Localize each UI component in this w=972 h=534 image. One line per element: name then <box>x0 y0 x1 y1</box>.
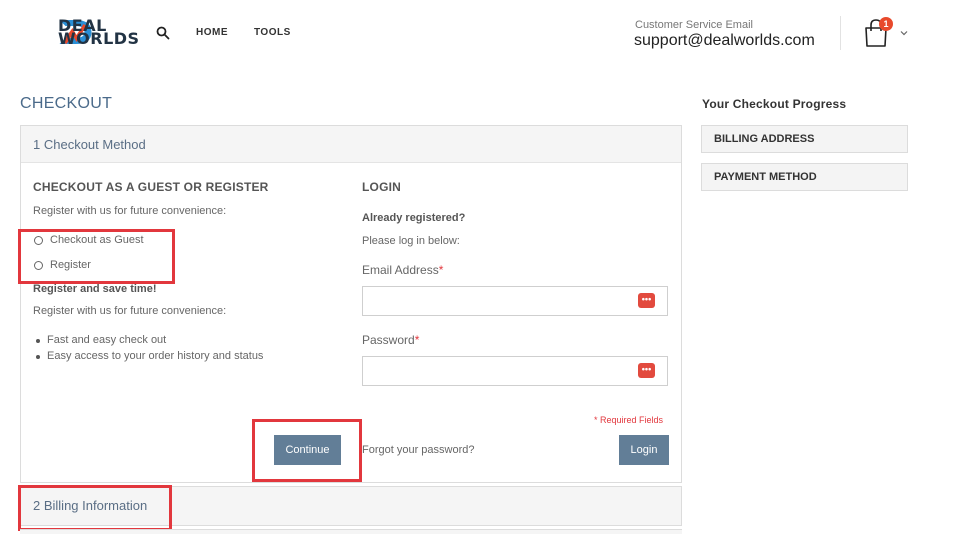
login-title: LOGIN <box>362 180 401 194</box>
guest-register-title: CHECKOUT AS A GUEST OR REGISTER <box>33 180 269 194</box>
highlight-box-billing <box>18 485 172 531</box>
login-button[interactable]: Login <box>619 435 669 465</box>
benefit-item: Fast and easy check out <box>47 334 167 346</box>
highlight-box-continue <box>252 419 362 482</box>
search-icon[interactable] <box>156 26 170 40</box>
chevron-down-icon[interactable] <box>899 28 909 38</box>
register-save-time: Register and save time! <box>33 283 157 295</box>
required-star: * <box>438 263 444 277</box>
progress-item-payment-method[interactable]: PAYMENT METHOD <box>701 163 908 191</box>
nav-home[interactable]: HOME <box>196 27 228 38</box>
customer-service-label: Customer Service Email <box>635 19 753 31</box>
benefit-item: Easy access to your order history and st… <box>47 350 264 362</box>
checkout-method-title[interactable]: 1 Checkout Method <box>33 137 146 152</box>
header-divider <box>840 16 841 50</box>
password-label: Password* <box>362 333 419 347</box>
password-manager-icon[interactable]: ••• <box>638 363 655 378</box>
customer-service-email[interactable]: support@dealworlds.com <box>634 32 815 50</box>
page-title: CHECKOUT <box>20 95 113 112</box>
nav-tools[interactable]: TOOLS <box>254 27 291 38</box>
email-label: Email Address* <box>362 263 443 277</box>
please-login: Please log in below: <box>362 235 460 247</box>
highlight-box-options <box>18 229 175 284</box>
email-input[interactable] <box>362 286 668 316</box>
password-manager-icon[interactable]: ••• <box>638 293 655 308</box>
already-registered: Already registered? <box>362 212 466 224</box>
password-input[interactable] <box>362 356 668 386</box>
cart-count-badge: 1 <box>879 17 893 31</box>
register-intro-2: Register with us for future convenience: <box>33 305 227 317</box>
required-star: * <box>414 333 420 347</box>
checkout-progress-title: Your Checkout Progress <box>702 97 847 111</box>
logo-text[interactable]: DEAL WORLDS <box>58 18 140 48</box>
required-fields-note: * Required Fields <box>594 415 664 425</box>
email-label-text: Email Address <box>362 263 439 277</box>
bullet-dot <box>36 355 40 359</box>
password-label-text: Password <box>362 333 415 347</box>
progress-item-billing-address[interactable]: BILLING ADDRESS <box>701 125 908 153</box>
logo-line-worlds: WORLDS <box>58 29 140 48</box>
forgot-password-link[interactable]: Forgot your password? <box>362 444 475 456</box>
next-step-panel-edge <box>20 529 682 534</box>
register-intro: Register with us for future convenience: <box>33 205 227 217</box>
bullet-dot <box>36 339 40 343</box>
